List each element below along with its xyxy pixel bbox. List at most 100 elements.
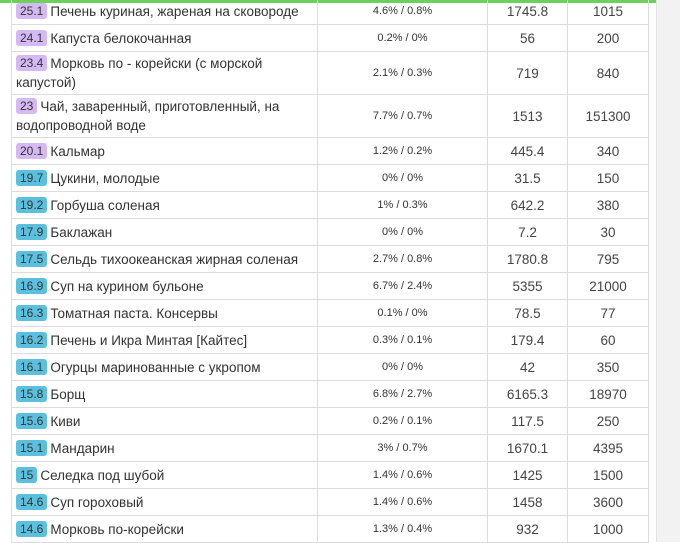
food-name-cell: 16.1 Огурцы маринованные с укропом [11,353,318,381]
food-name-link[interactable]: Мандарин [50,441,114,456]
value-b-cell: 795 [567,245,649,273]
food-name-cell: 14.6 Морковь по-корейски [11,515,318,543]
percent-cell: 0% / 0% [317,353,488,381]
score-badge: 14.6 [16,493,48,510]
score-badge: 19.2 [16,196,48,213]
value-a-cell: 1425 [487,461,568,489]
food-name-link[interactable]: Суп гороховый [50,495,143,510]
table-row[interactable]: 16.9 Суп на курином бульоне 6.7% / 2.4% 535… [11,272,649,300]
food-name-link[interactable]: Борщ [50,387,85,402]
percent-cell: 0.1% / 0% [317,299,488,327]
food-name-link[interactable]: Суп на курином бульоне [50,279,203,294]
value-b-cell: 60 [567,326,649,354]
value-b-cell: 30 [567,218,649,246]
percent-cell: 1.4% / 0.6% [317,461,488,489]
score-badge: 15.6 [16,412,48,429]
value-a-cell: 1780.8 [487,245,568,273]
value-a-cell: 42 [487,353,568,381]
table-row[interactable]: 16.1 Огурцы маринованные с укропом 0% / 0%… [11,353,649,381]
food-name-cell: 17.9 Баклажан [11,218,318,246]
score-badge: 20.1 [16,142,48,159]
table-row[interactable]: 23 Чай, заваренный, приготовленный, на во… [11,94,649,138]
value-a-cell: 56 [487,24,568,52]
percent-cell: 4.6% / 0.8% [317,0,488,25]
table-row[interactable]: 23.4 Морковь по - корейски (с морской кап… [11,51,649,95]
food-name-link[interactable]: Томатная паста. Консервы [50,306,217,321]
percent-cell: 0.2% / 0.1% [317,407,488,435]
score-badge: 19.7 [16,169,48,186]
scrollbar-track[interactable] [656,0,680,542]
table-row[interactable]: 15.8 Борщ 6.8% / 2.7% 6165.3 18970 [11,380,649,408]
value-b-cell: 1000 [567,515,649,543]
food-name-link[interactable]: Сельдь тихоокеанская жирная соленая [50,252,298,267]
value-a-cell: 117.5 [487,407,568,435]
table-row[interactable]: 24.1 Капуста белокочанная 0.2% / 0% 56 200 [11,24,649,52]
food-name-cell: 14.6 Суп гороховый [11,488,318,516]
value-a-cell: 719 [487,51,568,95]
food-table: 25.1 Печень куриная, жареная на сковороде… [11,0,649,543]
score-badge: 16.1 [16,358,48,375]
score-badge: 16.2 [16,331,48,348]
percent-cell: 0.2% / 0% [317,24,488,52]
food-name-link[interactable]: Горбуша соленая [50,198,159,213]
score-badge: 16.9 [16,277,48,294]
value-a-cell: 932 [487,515,568,543]
value-b-cell: 150 [567,164,649,192]
value-b-cell: 1500 [567,461,649,489]
value-a-cell: 7.2 [487,218,568,246]
food-name-cell: 24.1 Капуста белокочанная [11,24,318,52]
table-row[interactable]: 16.3 Томатная паста. Консервы 0.1% / 0% 78.… [11,299,649,327]
value-a-cell: 179.4 [487,326,568,354]
food-name-cell: 19.7 Цукини, молодые [11,164,318,192]
table-row[interactable]: 20.1 Кальмар 1.2% / 0.2% 445.4 340 [11,137,649,165]
food-name-cell: 16.9 Суп на курином бульоне [11,272,318,300]
value-a-cell: 6165.3 [487,380,568,408]
table-row[interactable]: 17.5 Сельдь тихоокеанская жирная соленая 2… [11,245,649,273]
food-name-cell: 15 Селедка под шубой [11,461,318,489]
food-name-cell: 17.5 Сельдь тихоокеанская жирная соленая [11,245,318,273]
table-row[interactable]: 17.9 Баклажан 0% / 0% 7.2 30 [11,218,649,246]
food-name-link[interactable]: Огурцы маринованные с укропом [50,360,260,375]
table-row[interactable]: 15 Селедка под шубой 1.4% / 0.6% 1425 1500 [11,461,649,489]
food-name-link[interactable]: Морковь по - корейски (с морской капусто… [16,56,262,90]
percent-cell: 1.3% / 0.4% [317,515,488,543]
score-badge: 24.1 [16,29,48,46]
food-name-link[interactable]: Селедка под шубой [40,468,164,483]
value-b-cell: 1015 [567,0,649,25]
food-name-link[interactable]: Печень и Икра Минтая [Кайтес] [50,333,247,348]
table-row[interactable]: 14.6 Суп гороховый 1.4% / 0.6% 1458 3600 [11,488,649,516]
food-name-cell: 15.1 Мандарин [11,434,318,462]
value-b-cell: 18970 [567,380,649,408]
percent-cell: 1.4% / 0.6% [317,488,488,516]
table-row[interactable]: 19.7 Цукини, молодые 0% / 0% 31.5 150 [11,164,649,192]
food-name-link[interactable]: Чай, заваренный, приготовленный, на водо… [16,99,279,133]
value-a-cell: 31.5 [487,164,568,192]
score-badge: 15.8 [16,385,48,402]
table-row[interactable]: 15.1 Мандарин 3% / 0.7% 1670.1 4395 [11,434,649,462]
table-row[interactable]: 15.6 Киви 0.2% / 0.1% 117.5 250 [11,407,649,435]
food-name-link[interactable]: Печень куриная, жареная на сковороде [50,4,298,19]
food-name-link[interactable]: Баклажан [50,225,112,240]
food-name-cell: 16.2 Печень и Икра Минтая [Кайтес] [11,326,318,354]
score-badge: 17.9 [16,223,48,240]
value-b-cell: 200 [567,24,649,52]
food-name-link[interactable]: Кальмар [50,144,105,159]
value-b-cell: 350 [567,353,649,381]
table-row[interactable]: 19.2 Горбуша соленая 1% / 0.3% 642.2 380 [11,191,649,219]
percent-cell: 1% / 0.3% [317,191,488,219]
value-b-cell: 3600 [567,488,649,516]
food-name-link[interactable]: Капуста белокочанная [50,31,191,46]
value-a-cell: 1670.1 [487,434,568,462]
table-row[interactable]: 16.2 Печень и Икра Минтая [Кайтес] 0.3% / … [11,326,649,354]
score-badge: 16.3 [16,304,48,321]
table-row[interactable]: 25.1 Печень куриная, жареная на сковороде… [11,0,649,25]
food-name-link[interactable]: Киви [50,414,80,429]
value-b-cell: 380 [567,191,649,219]
table-row[interactable]: 14.6 Морковь по-корейски 1.3% / 0.4% 932 100… [11,515,649,543]
food-name-link[interactable]: Морковь по-корейски [50,522,184,537]
percent-cell: 0.3% / 0.1% [317,326,488,354]
score-badge: 23 [16,98,38,114]
value-a-cell: 5355 [487,272,568,300]
food-name-link[interactable]: Цукини, молодые [50,171,160,186]
score-badge: 25.1 [16,2,48,19]
